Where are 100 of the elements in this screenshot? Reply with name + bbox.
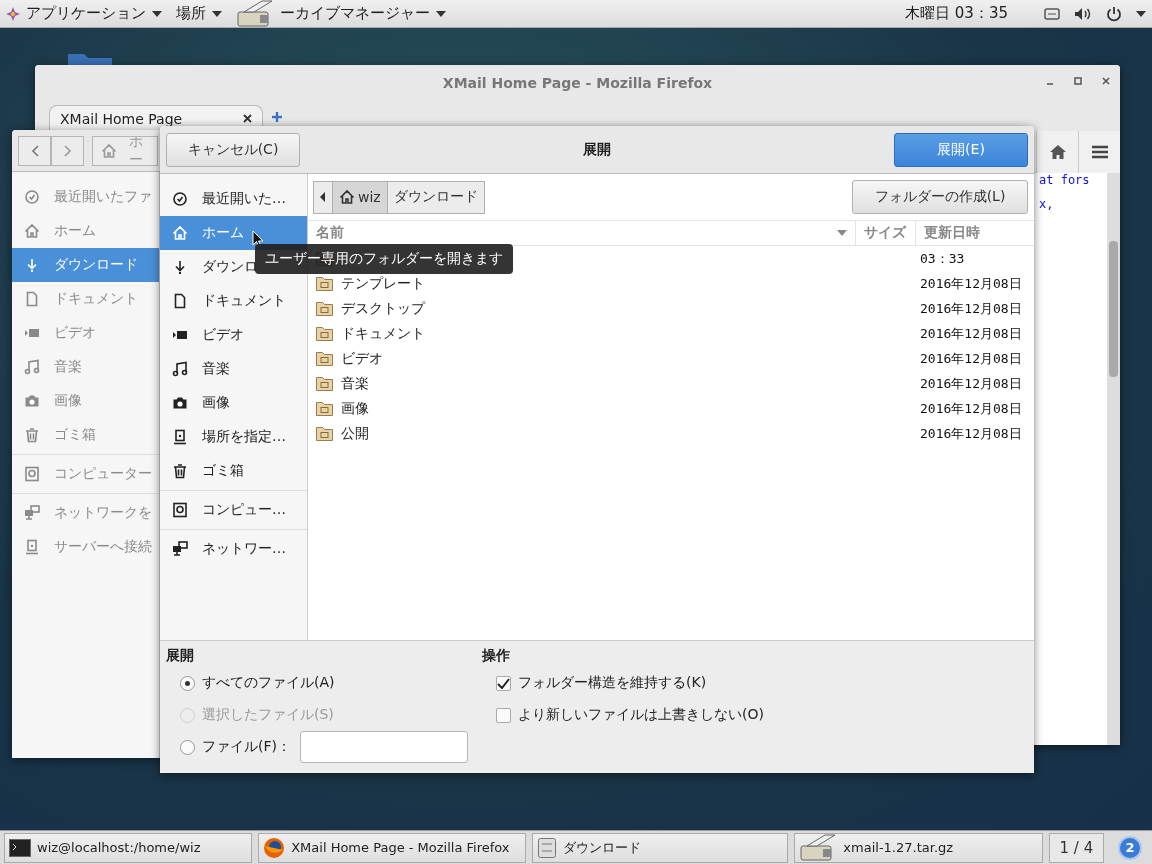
path-button[interactable]: ダウンロード: [386, 180, 485, 214]
menu-button[interactable]: [1078, 131, 1120, 173]
drive-icon: [172, 502, 188, 518]
sidebar-item[interactable]: 画像: [160, 386, 307, 420]
file-name[interactable]: デスクトップ: [341, 299, 425, 318]
close-icon[interactable]: [243, 114, 252, 123]
taskbar-button[interactable]: xmail-1.27.tar.gz: [794, 832, 1043, 863]
sidebar-item[interactable]: ゴミ箱: [160, 454, 307, 488]
power-icon[interactable]: [1106, 5, 1122, 22]
file-cabinet-icon: [537, 836, 558, 859]
home-icon: [1048, 144, 1067, 160]
tooltip: ユーザー専用のフォルダーを開きます: [255, 244, 513, 274]
column-header[interactable]: サイズ: [855, 221, 915, 245]
file-pattern-field[interactable]: [300, 731, 468, 763]
taskbar-button[interactable]: XMail Home Page - Mozilla Firefox: [258, 832, 527, 863]
option-label: ファイル(F)：: [202, 738, 291, 756]
section-heading: 展開: [166, 647, 195, 665]
device-icon: [172, 429, 188, 445]
home-icon: [24, 223, 40, 239]
new-folder-button[interactable]: フォルダーの作成(L): [852, 180, 1028, 214]
close-icon[interactable]: [1102, 77, 1110, 85]
column-header[interactable]: 名前: [308, 221, 855, 245]
menu-icon: [1091, 145, 1108, 159]
window-title: XMail Home Page - Mozilla Firefox: [442, 75, 713, 91]
sidebar-item[interactable]: ビデオ: [160, 318, 307, 352]
sort-caret-icon: [837, 230, 847, 236]
page-text: at fors: [1039, 173, 1091, 187]
camera-icon: [24, 393, 40, 409]
modified-date: 2016年12月08日: [919, 299, 1023, 318]
clock-icon: [172, 191, 188, 207]
taskbar-button[interactable]: ダウンロード: [532, 832, 789, 863]
back-button[interactable]: [313, 180, 333, 214]
drive-icon: [24, 466, 40, 482]
modified-date: 2016年12月08日: [919, 374, 1023, 393]
option-label: すべてのファイル(A): [202, 674, 335, 692]
file-name[interactable]: 公開: [341, 424, 369, 443]
sidebar-item[interactable]: コンピュー…: [160, 493, 307, 527]
sidebar-item[interactable]: 場所を指定…: [160, 420, 307, 454]
modified-date: 2016年12月08日: [919, 324, 1023, 343]
radio-button[interactable]: [180, 675, 195, 691]
radio-button[interactable]: [180, 739, 195, 755]
modified-date: 2016年12月08日: [919, 349, 1023, 368]
dialog-title: 展開: [583, 140, 611, 159]
trash-icon: [172, 463, 188, 479]
clock-icon: [24, 189, 40, 205]
file-name[interactable]: ビデオ: [341, 349, 383, 368]
volume-icon[interactable]: [1074, 6, 1092, 21]
modified-date: 03：33: [919, 249, 966, 268]
browser-tab[interactable]: XMail Home Page: [49, 105, 263, 131]
caret-icon: [436, 10, 446, 17]
file-name[interactable]: ドキュメント: [341, 324, 425, 343]
file-name[interactable]: 画像: [341, 399, 369, 418]
checkbox[interactable]: [496, 707, 511, 723]
home-button[interactable]: [1036, 131, 1078, 173]
option-label: フォルダー構造を維持する(K): [518, 674, 707, 692]
caret-icon: [1136, 10, 1146, 17]
triangle-left-icon: [320, 192, 326, 202]
modified-date: 2016年12月08日: [919, 424, 1023, 443]
scrollbar[interactable]: [1107, 173, 1120, 745]
sidebar-item[interactable]: ネットワー…: [160, 532, 307, 566]
home-icon: [101, 142, 117, 159]
home-icon: [172, 225, 188, 241]
pointer-icon: [252, 230, 264, 248]
network-icon: [24, 505, 40, 521]
display-icon[interactable]: [1044, 6, 1060, 21]
maximize-icon[interactable]: [1074, 77, 1082, 85]
clock[interactable]: 木曜日 03：35: [905, 4, 1008, 23]
apps-logo-icon: [6, 6, 20, 21]
menu-button[interactable]: アプリケーション: [6, 4, 162, 23]
file-name[interactable]: テンプレート: [341, 274, 425, 293]
file-name[interactable]: 音楽: [341, 374, 369, 393]
plus-icon[interactable]: [271, 111, 283, 123]
menu-button[interactable]: 場所: [176, 4, 222, 23]
path-button[interactable]: wiz: [332, 180, 388, 214]
notification-badge[interactable]: 2: [1118, 835, 1142, 860]
option-label: 選択したファイル(S): [202, 706, 334, 724]
modified-date: 2016年12月08日: [919, 399, 1023, 418]
network-icon: [172, 541, 188, 557]
camera-icon: [172, 395, 188, 411]
workspace-switcher[interactable]: 1 / 4: [1048, 832, 1105, 863]
sidebar-item[interactable]: 最近開いた…: [160, 182, 307, 216]
sidebar-item[interactable]: 音楽: [160, 352, 307, 386]
column-header[interactable]: 更新日時: [915, 221, 1034, 245]
device-icon: [24, 539, 40, 555]
caret-icon: [152, 10, 162, 17]
menu-button[interactable]: ーカイブマネージャー: [236, 0, 446, 28]
document-icon: [172, 293, 188, 309]
music-note-icon: [24, 359, 40, 375]
chevron-right-icon: [63, 144, 72, 157]
taskbar-button[interactable]: wiz@localhost:/home/wiz: [4, 832, 253, 863]
chevron-left-icon: [30, 144, 39, 157]
page-text: x,: [1039, 197, 1055, 211]
option-label: より新しいファイルは上書きしない(O): [518, 706, 764, 724]
globe-icon: [263, 836, 286, 859]
caret-icon: [212, 10, 222, 17]
checkbox[interactable]: [496, 675, 511, 691]
cancel-button[interactable]: キャンセル(C): [166, 132, 300, 167]
music-note-icon: [172, 361, 188, 377]
sidebar-item[interactable]: ドキュメント: [160, 284, 307, 318]
modified-date: 2016年12月08日: [919, 274, 1023, 293]
